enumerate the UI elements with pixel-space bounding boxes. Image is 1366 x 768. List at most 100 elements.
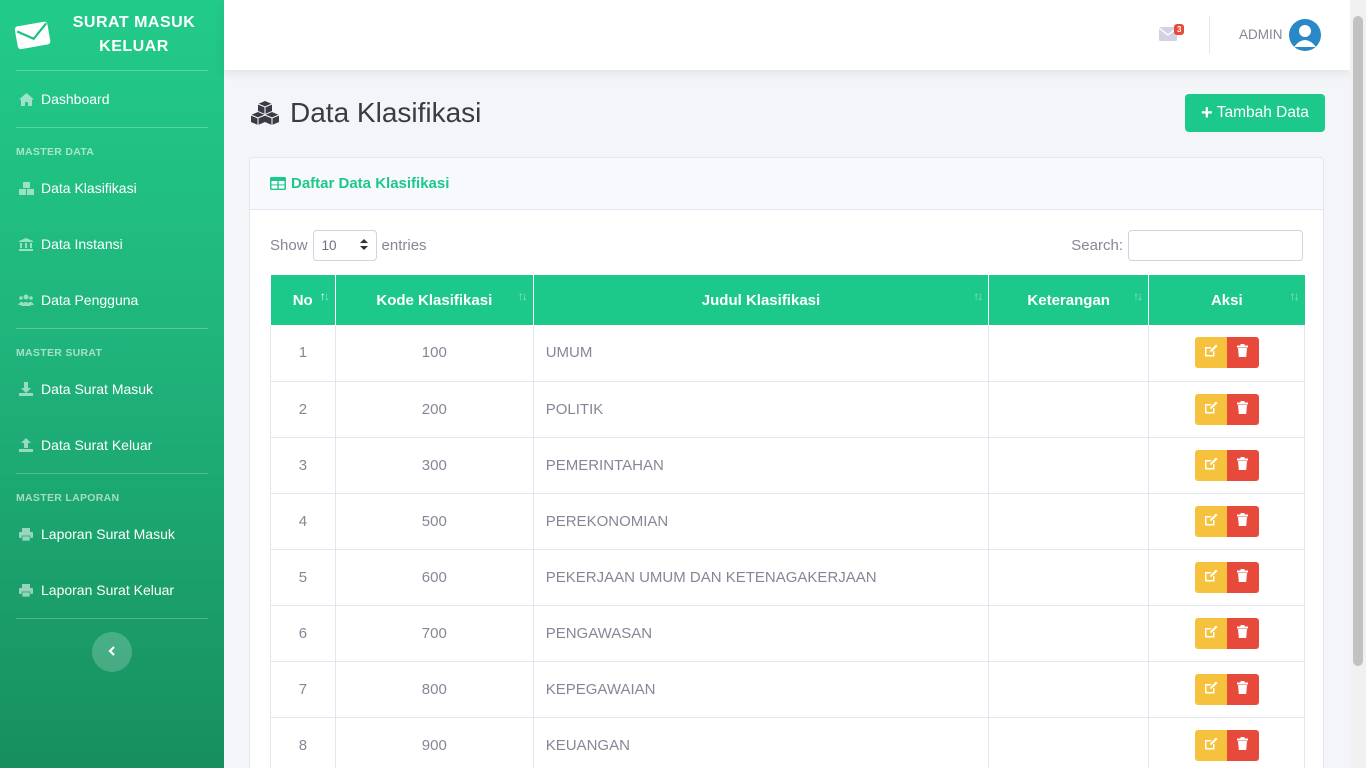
cell-aksi — [1148, 437, 1305, 494]
trash-icon — [1237, 680, 1249, 698]
edit-button[interactable] — [1194, 393, 1227, 425]
cell-keterangan — [988, 325, 1150, 382]
delete-button[interactable] — [1226, 729, 1259, 761]
edit-button[interactable] — [1194, 729, 1227, 761]
sort-icon: ↑↓ — [1289, 289, 1300, 303]
cell-aksi — [1148, 661, 1305, 718]
table-row: 3 300 PEMERINTAHAN — [270, 437, 1305, 494]
page-scrollbar[interactable] — [1350, 0, 1366, 768]
university-icon — [17, 236, 35, 252]
cell-no: 1 — [270, 325, 336, 382]
sidebar: SURAT MASUK KELUAR Dashboard MASTER DATA… — [0, 0, 224, 768]
cell-keterangan — [988, 717, 1150, 768]
table-row: 7 800 KEPEGAWAIAN — [270, 661, 1305, 718]
download-icon — [17, 381, 35, 397]
entries-value: 10 — [321, 238, 337, 253]
delete-button[interactable] — [1226, 617, 1259, 649]
column-header-kode[interactable]: Kode Klasifikasi ↑↓ — [335, 275, 534, 325]
sidebar-item-data-instansi[interactable]: Data Instansi — [0, 216, 224, 272]
edit-button[interactable] — [1194, 505, 1227, 537]
sort-icon: ↑↓ — [973, 289, 983, 303]
table-row: 4 500 PEREKONOMIAN — [270, 493, 1305, 550]
edit-icon — [1204, 401, 1218, 418]
cell-no: 7 — [270, 661, 336, 718]
page-title-text: Data Klasifikasi — [290, 97, 482, 128]
trash-icon — [1237, 624, 1249, 642]
cell-judul: UMUM — [533, 325, 990, 382]
sidebar-item-data-klasifikasi[interactable]: Data Klasifikasi — [0, 160, 224, 216]
home-icon — [17, 91, 35, 107]
sidebar-item-laporan-surat-keluar[interactable]: Laporan Surat Keluar — [0, 562, 224, 618]
delete-button[interactable] — [1226, 673, 1259, 705]
user-name[interactable]: ADMIN — [1239, 27, 1283, 42]
cell-no: 3 — [270, 437, 336, 494]
entries-label: entries — [381, 237, 427, 254]
cell-aksi — [1148, 325, 1305, 382]
edit-icon — [1204, 513, 1218, 530]
sidebar-item-label: Laporan Surat Keluar — [41, 582, 175, 598]
delete-button[interactable] — [1226, 505, 1259, 537]
scroll-thumb[interactable] — [1353, 16, 1363, 666]
topbar-divider — [1209, 16, 1210, 54]
sidebar-item-laporan-surat-masuk[interactable]: Laporan Surat Masuk — [0, 506, 224, 562]
topbar: 3 ADMIN — [224, 0, 1350, 70]
avatar[interactable] — [1289, 19, 1321, 51]
edit-button[interactable] — [1194, 673, 1227, 705]
cell-keterangan — [988, 437, 1150, 494]
edit-button[interactable] — [1194, 449, 1227, 481]
cell-aksi — [1148, 381, 1305, 438]
cell-no: 5 — [270, 549, 336, 606]
klasifikasi-table: No ↑↓ Kode Klasifikasi ↑↓ Judul Klasifikas… — [270, 275, 1305, 768]
cell-no: 8 — [270, 717, 336, 768]
cell-keterangan — [988, 493, 1150, 550]
cubes-icon — [17, 180, 35, 196]
column-header-no[interactable]: No ↑↓ — [270, 275, 336, 325]
cell-no: 4 — [270, 493, 336, 550]
sidebar-toggle-button[interactable] — [92, 632, 132, 672]
edit-icon — [1204, 457, 1218, 474]
delete-button[interactable] — [1226, 561, 1259, 593]
search-label: Search: — [1071, 237, 1123, 254]
sidebar-item-data-surat-keluar[interactable]: Data Surat Keluar — [0, 417, 224, 473]
table-icon — [270, 177, 286, 190]
plus-icon: + — [1201, 102, 1213, 124]
cell-judul: PENGAWASAN — [533, 605, 990, 662]
mail-count-badge: 3 — [1174, 24, 1185, 35]
column-header-aksi[interactable]: Aksi ↑↓ — [1148, 275, 1305, 325]
delete-button[interactable] — [1226, 449, 1259, 481]
sidebar-item-data-pengguna[interactable]: Data Pengguna — [0, 272, 224, 328]
upload-icon — [17, 437, 35, 453]
cell-judul: KEUANGAN — [533, 717, 990, 768]
users-icon — [17, 292, 35, 308]
cell-aksi — [1148, 605, 1305, 662]
cell-kode: 300 — [335, 437, 534, 494]
column-header-judul[interactable]: Judul Klasifikasi ↑↓ — [533, 275, 990, 325]
delete-button[interactable] — [1226, 393, 1259, 425]
entries-select[interactable]: 10 — [312, 230, 377, 261]
brand[interactable]: SURAT MASUK KELUAR — [0, 0, 224, 70]
cell-kode: 100 — [335, 325, 534, 382]
edit-icon — [1204, 681, 1218, 698]
brand-line1: SURAT MASUK — [72, 14, 196, 31]
trash-icon — [1237, 736, 1249, 754]
search-input[interactable] — [1128, 230, 1303, 261]
edit-button[interactable] — [1194, 337, 1227, 369]
cell-judul: POLITIK — [533, 381, 990, 438]
sidebar-item-dashboard[interactable]: Dashboard — [0, 71, 224, 127]
card-header-title: Daftar Data Klasifikasi — [291, 175, 450, 192]
updown-caret-icon — [359, 238, 368, 253]
sidebar-item-data-surat-masuk[interactable]: Data Surat Masuk — [0, 361, 224, 417]
chevron-left-icon — [108, 643, 116, 661]
card-header: Daftar Data Klasifikasi — [250, 158, 1323, 210]
table-row: 5 600 PEKERJAAN UMUM DAN KETENAGAKERJAAN — [270, 549, 1305, 606]
add-data-button[interactable]: + Tambah Data — [1185, 94, 1325, 132]
cell-kode: 900 — [335, 717, 534, 768]
cubes-icon — [250, 100, 280, 126]
table-header-row: No ↑↓ Kode Klasifikasi ↑↓ Judul Klasifikas… — [270, 275, 1305, 325]
edit-button[interactable] — [1194, 561, 1227, 593]
show-label: Show — [270, 237, 308, 254]
delete-button[interactable] — [1226, 337, 1259, 369]
edit-button[interactable] — [1194, 617, 1227, 649]
column-header-keterangan[interactable]: Keterangan ↑↓ — [988, 275, 1150, 325]
cell-keterangan — [988, 381, 1150, 438]
